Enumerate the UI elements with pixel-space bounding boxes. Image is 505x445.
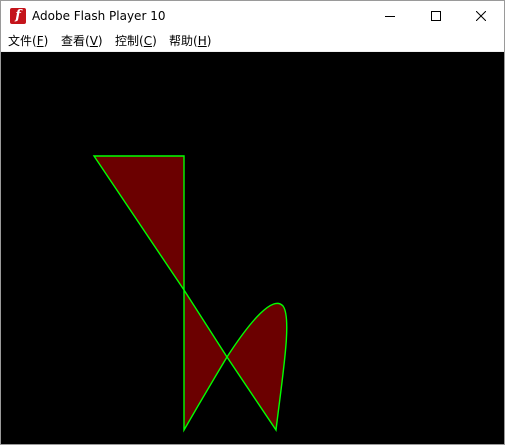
menu-help-close: ) xyxy=(206,34,212,48)
menu-file-label: 文件( xyxy=(8,34,37,48)
minimize-button[interactable] xyxy=(367,1,413,31)
title-bar[interactable]: f Adobe Flash Player 10 xyxy=(1,1,504,31)
stage-canvas xyxy=(92,155,288,433)
close-button[interactable] xyxy=(458,1,504,31)
menu-view[interactable]: 查看(V) xyxy=(61,33,103,49)
minimize-icon xyxy=(385,16,395,17)
menu-control-label: 控制( xyxy=(115,34,144,48)
menu-file-mnemonic: F xyxy=(36,34,44,48)
menu-help-label: 帮助( xyxy=(169,34,198,48)
menu-view-close: ) xyxy=(97,34,103,48)
menu-help-mnemonic: H xyxy=(197,34,207,48)
menu-file-close: ) xyxy=(43,34,49,48)
menu-bar: 文件(F) 查看(V) 控制(C) 帮助(H) xyxy=(1,31,504,52)
menu-view-label: 查看( xyxy=(61,34,90,48)
maximize-icon xyxy=(431,11,441,21)
menu-control[interactable]: 控制(C) xyxy=(115,33,157,49)
flash-player-window: f Adobe Flash Player 10 文件(F) 查看(V) 控制(C… xyxy=(0,0,505,445)
menu-control-close: ) xyxy=(152,34,157,48)
upper-triangle-shape xyxy=(92,155,185,293)
maximize-button[interactable] xyxy=(413,1,459,31)
menu-view-mnemonic: V xyxy=(89,34,98,48)
close-icon xyxy=(476,11,486,21)
menu-control-mnemonic: C xyxy=(143,34,153,48)
flash-app-icon: f xyxy=(10,8,26,24)
right-lobe-shape xyxy=(226,302,288,432)
menu-file[interactable]: 文件(F) xyxy=(8,33,48,49)
window-title: Adobe Flash Player 10 xyxy=(32,9,166,23)
menu-help[interactable]: 帮助(H) xyxy=(169,33,211,49)
flash-stage[interactable] xyxy=(1,52,504,444)
lower-left-wedge-shape xyxy=(183,287,228,433)
